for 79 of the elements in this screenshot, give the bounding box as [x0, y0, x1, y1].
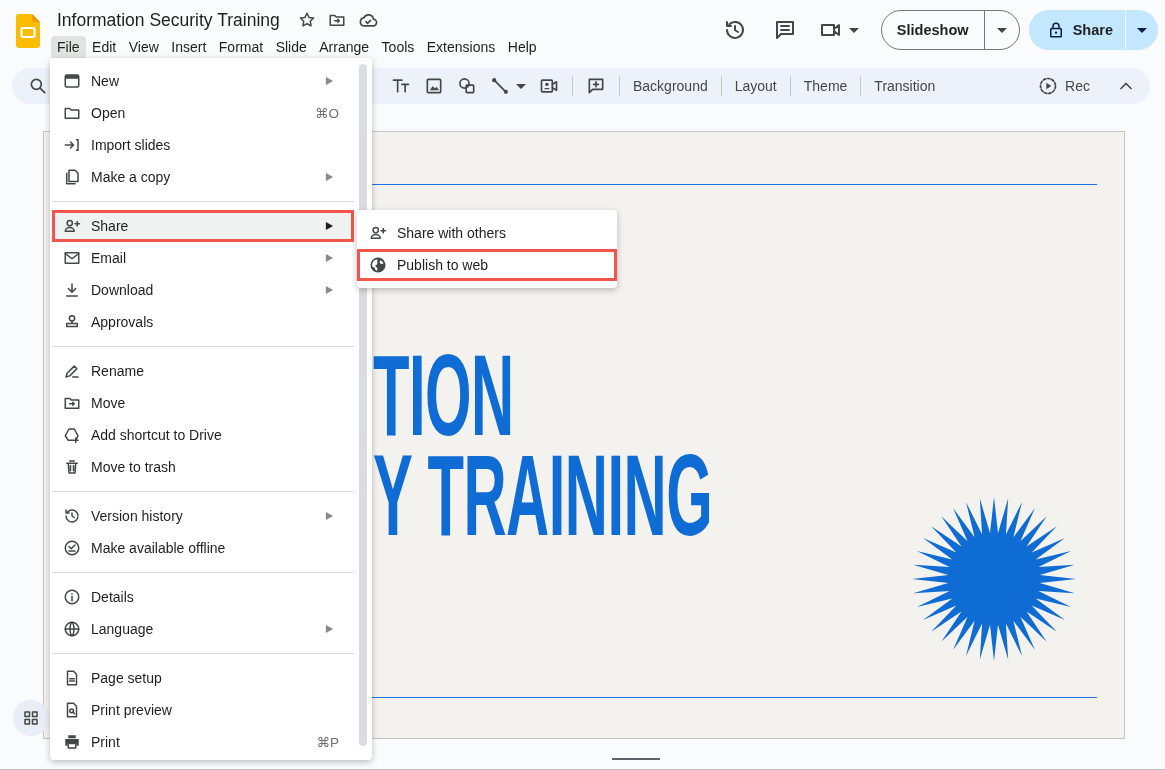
menu-bar-item[interactable]: Extensions	[420, 36, 502, 59]
text-box-icon[interactable]	[391, 76, 411, 96]
toolbar-button[interactable]: Theme	[803, 74, 848, 98]
image-icon[interactable]	[424, 76, 444, 96]
menu-bar-item[interactable]: Format	[212, 36, 270, 59]
pencil-icon	[63, 362, 81, 380]
drive-add-icon	[63, 426, 81, 444]
arrow-into-bracket-icon	[63, 136, 81, 154]
caret-icon[interactable]	[516, 83, 526, 89]
menu-item[interactable]: Move	[52, 387, 354, 419]
menu-bar-item[interactable]: View	[122, 36, 165, 59]
menu-item[interactable]: Page setup	[52, 662, 354, 694]
window-icon	[63, 72, 81, 90]
menu-item[interactable]: Details	[52, 581, 354, 613]
menu-bar-item[interactable]: Arrange	[313, 36, 376, 59]
toolbar-button[interactable]: Transition	[874, 74, 936, 98]
download-icon	[63, 281, 81, 299]
toolbar-button[interactable]: Layout	[734, 74, 777, 98]
submenu-arrow-icon	[325, 511, 334, 521]
menu-item[interactable]: Open ⌘O	[52, 97, 354, 129]
search-icon[interactable]	[28, 76, 48, 96]
submenu-arrow-icon	[325, 253, 334, 263]
menu-item[interactable]: Share	[52, 210, 354, 242]
add-comment-icon[interactable]	[586, 76, 606, 96]
menu-item[interactable]: Print preview	[52, 694, 354, 726]
submenu-arrow-icon	[325, 172, 334, 182]
document-title[interactable]: Information Security Training	[57, 9, 280, 31]
caret-icon	[1137, 27, 1147, 33]
globe-icon	[63, 620, 81, 638]
caret-icon	[996, 27, 1007, 33]
shapes-icon[interactable]	[457, 76, 477, 96]
menu-item[interactable]: Print ⌘P	[52, 726, 354, 758]
history-icon	[63, 507, 81, 525]
video-icon[interactable]	[539, 76, 559, 96]
menu-item[interactable]: Add shortcut to Drive	[52, 419, 354, 451]
submenu-arrow-icon	[325, 221, 334, 231]
copy-icon	[63, 168, 81, 186]
record-icon	[1038, 76, 1059, 96]
menu-bar-item[interactable]: File	[51, 36, 86, 59]
menu-item[interactable]: Language	[52, 613, 354, 645]
envelope-icon	[63, 249, 81, 267]
menu-item[interactable]: Approvals	[52, 306, 354, 338]
menu-item[interactable]: Publish to web	[357, 249, 617, 281]
offline-check-icon	[63, 539, 81, 557]
menu-item[interactable]: Email	[52, 242, 354, 274]
menu-item[interactable]: Rename	[52, 355, 354, 387]
menu-item[interactable]: Version history	[52, 500, 354, 532]
menu-bar-item[interactable]: Help	[501, 36, 543, 59]
resize-handle[interactable]	[612, 758, 660, 760]
submenu-arrow-icon	[325, 285, 334, 295]
toolbar-button[interactable]: Background	[633, 74, 708, 98]
menu-item[interactable]: Import slides	[52, 129, 354, 161]
caret-icon	[848, 27, 859, 33]
person-add-icon	[63, 217, 81, 235]
menu-item[interactable]: Download	[52, 274, 354, 306]
menu-bar-item[interactable]: Tools	[375, 36, 421, 59]
person-add-icon	[369, 224, 387, 242]
menu-bar-item[interactable]: Slide	[269, 36, 313, 59]
info-icon	[63, 588, 81, 606]
menu-item[interactable]: Move to trash	[52, 451, 354, 483]
record-button[interactable]: Rec	[1038, 76, 1090, 96]
submenu-arrow-icon	[325, 76, 334, 86]
menu-item[interactable]: Make a copy	[52, 161, 354, 193]
grid-icon	[22, 709, 40, 727]
menu-item[interactable]: Share with others	[357, 217, 617, 249]
menu-bar-item[interactable]: Insert	[165, 36, 213, 59]
scrollbar[interactable]	[359, 64, 367, 746]
menu-item[interactable]: Make available offline	[52, 532, 354, 564]
submenu-arrow-icon	[325, 624, 334, 634]
keyboard-shortcut: ⌘P	[316, 734, 339, 750]
line-icon[interactable]	[490, 76, 510, 96]
star-icon[interactable]	[297, 11, 316, 29]
printer-icon	[63, 733, 81, 751]
globe-icon	[369, 256, 387, 274]
menu-item[interactable]: New	[52, 65, 354, 97]
grid-view-button[interactable]	[13, 700, 49, 736]
keyboard-shortcut: ⌘O	[315, 105, 339, 121]
trash-icon	[63, 458, 81, 476]
menu-bar-item[interactable]: Edit	[86, 36, 123, 59]
